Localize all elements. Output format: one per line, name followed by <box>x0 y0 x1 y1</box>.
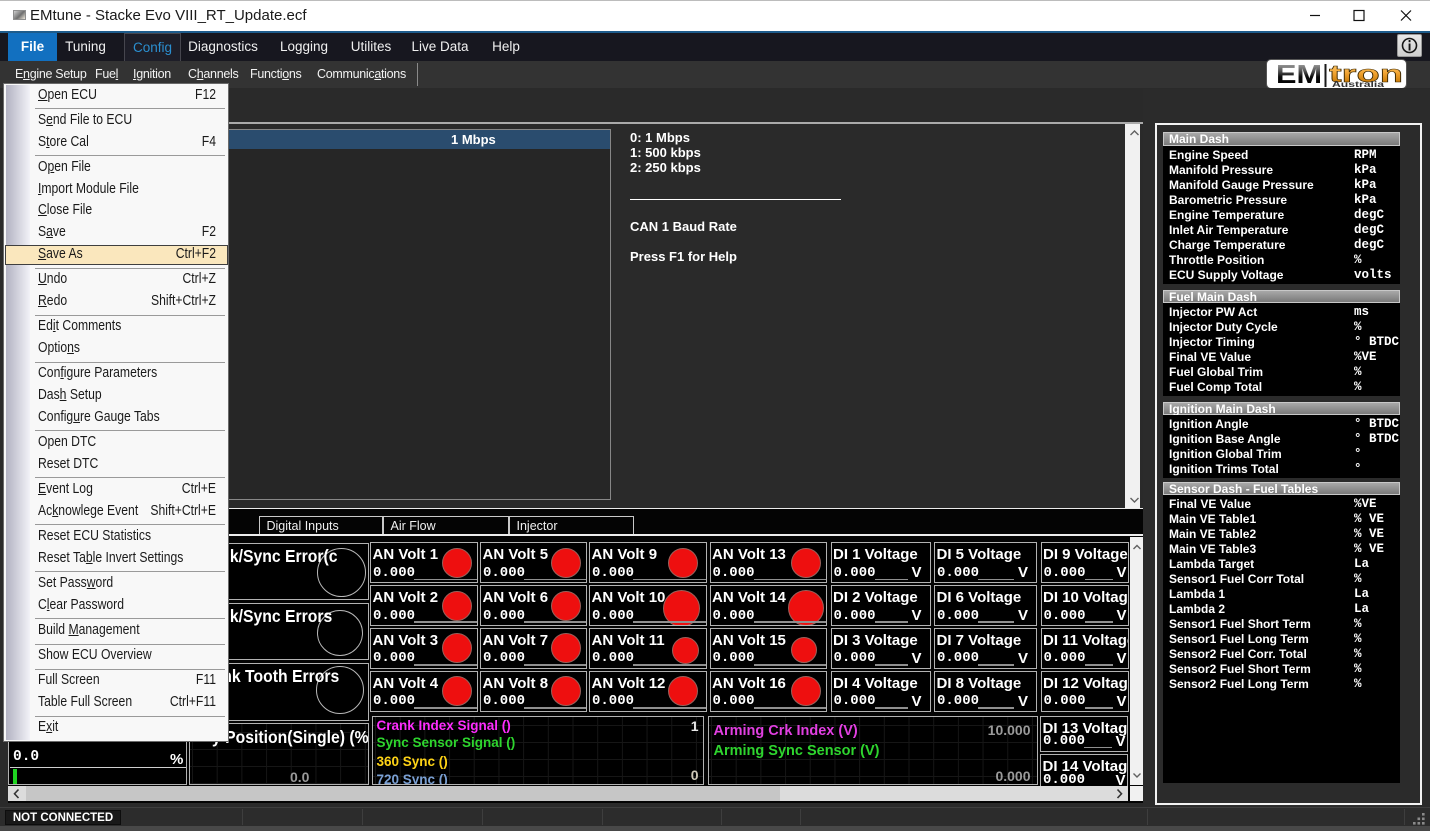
svg-text:EM: EM <box>1276 59 1322 89</box>
